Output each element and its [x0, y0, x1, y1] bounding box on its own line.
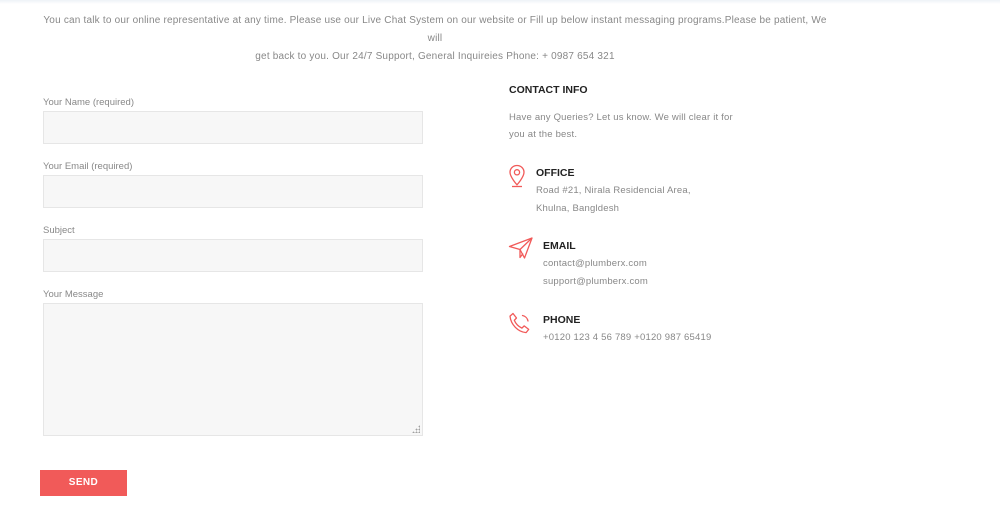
message-textarea[interactable]: [43, 303, 423, 436]
email-title: EMAIL: [543, 240, 576, 252]
contact-info-desc-line-2: you at the best.: [509, 129, 578, 140]
phone-icon: [508, 311, 534, 340]
email-input[interactable]: [43, 175, 423, 208]
intro-line-1: You can talk to our online representativ…: [43, 15, 827, 44]
resize-grip-icon[interactable]: [412, 425, 420, 433]
top-divider: [0, 0, 1000, 4]
office-address-line-2: Khulna, Bangldesh: [536, 203, 620, 214]
name-input[interactable]: [43, 111, 423, 144]
contact-info-description: Have any Queries? Let us know. We will c…: [509, 109, 754, 143]
intro-line-2: get back to you. Our 24/7 Support, Gener…: [255, 51, 615, 62]
phone-title: PHONE: [543, 314, 581, 326]
office-title: OFFICE: [536, 167, 575, 179]
phone-numbers[interactable]: +0120 123 4 56 789 +0120 987 65419: [543, 332, 711, 343]
map-pin-icon: [508, 164, 526, 193]
subject-input[interactable]: [43, 239, 423, 272]
email-address-2[interactable]: support@plumberx.com: [543, 276, 648, 287]
intro-text: You can talk to our online representativ…: [40, 12, 830, 66]
email-label: Your Email (required): [43, 161, 133, 172]
email-address-1[interactable]: contact@plumberx.com: [543, 258, 647, 269]
subject-label: Subject: [43, 225, 75, 236]
paper-plane-icon: [508, 236, 534, 265]
office-address-line-1: Road #21, Nirala Residencial Area,: [536, 185, 691, 196]
contact-info-desc-line-1: Have any Queries? Let us know. We will c…: [509, 112, 733, 123]
contact-info-heading: CONTACT INFO: [509, 84, 588, 96]
message-label: Your Message: [43, 289, 104, 300]
name-label: Your Name (required): [43, 97, 134, 108]
send-button[interactable]: SEND: [40, 470, 127, 496]
